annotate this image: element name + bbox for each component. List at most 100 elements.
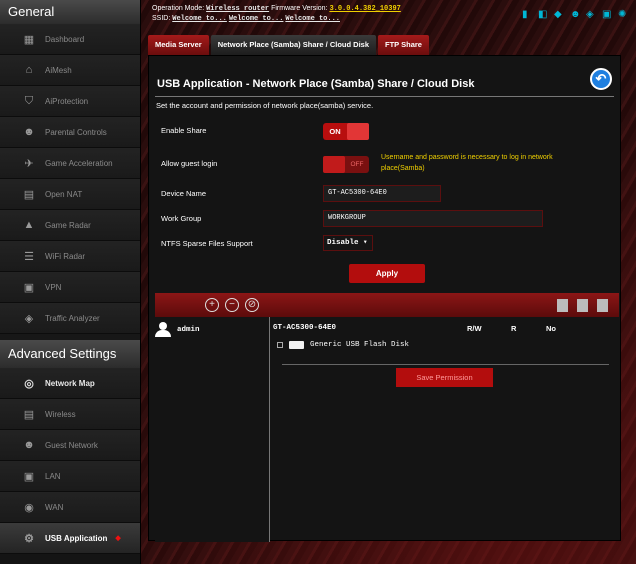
firmware-label: Firmware Version: <box>271 5 328 12</box>
delete-folder-icon[interactable] <box>577 299 588 312</box>
sidebar-item-parental-controls[interactable]: ☻ Parental Controls <box>0 117 140 148</box>
status-icons: ▮ ◧ ◆ ☻ ◈ ▣ ✺ <box>522 10 628 20</box>
enable-share-state: ON <box>329 127 341 136</box>
toggle-knob <box>347 123 369 140</box>
enable-share-label: Enable Share <box>161 126 207 135</box>
sidebar-item-label: Wireless <box>45 409 76 419</box>
guest-login-label: Allow guest login <box>161 159 218 168</box>
work-group-label: Work Group <box>161 214 202 223</box>
disk-icon <box>289 341 304 349</box>
guest-login-toggle[interactable]: OFF <box>323 156 369 173</box>
usb-status-icon[interactable]: ◈ <box>586 10 596 20</box>
internet-icon[interactable]: ◆ <box>554 10 564 20</box>
nat-icon: ▤ <box>23 188 35 201</box>
sidebar-item-vpn[interactable]: ▣ VPN <box>0 272 140 303</box>
client-icon[interactable]: ☻ <box>570 10 581 20</box>
ssid-link-2[interactable]: Welcome to... <box>229 15 284 23</box>
sidebar-item-label: AiProtection <box>45 96 89 106</box>
sidebar-item-wireless[interactable]: ▤ Wireless <box>0 399 140 430</box>
vpn-icon: ▣ <box>23 281 35 294</box>
lock-icon[interactable]: ▣ <box>602 10 612 20</box>
sidebar-item-wifi-radar[interactable]: ☰ WiFi Radar <box>0 241 140 272</box>
sidebar-item-label: Guest Network <box>45 440 98 450</box>
sidebar-advanced-title: Advanced Settings <box>0 340 140 368</box>
sidebar-item-label: Game Radar <box>45 220 91 230</box>
expand-checkbox[interactable] <box>277 342 283 348</box>
wireless-icon: ▤ <box>23 408 35 421</box>
sidebar-item-label: Dashboard <box>45 34 85 44</box>
mesh-icon: ⌂ <box>25 64 33 76</box>
ssid-link-3[interactable]: Welcome to... <box>285 15 340 23</box>
ntfs-sparse-select[interactable]: Disable ▾ <box>323 235 373 251</box>
lan-icon: ▣ <box>23 470 35 483</box>
sidebar-item-usb-application[interactable]: ⚙ USB Application ◆ <box>0 523 140 554</box>
sidebar-item-label: WAN <box>45 502 64 512</box>
col-read-write: R/W <box>467 324 482 333</box>
sidebar-item-label: LAN <box>45 471 61 481</box>
sidebar-item-label: Traffic Analyzer <box>45 313 100 323</box>
sidebar-item-label: Game Acceleration <box>45 158 113 168</box>
network-map-icon: ◎ <box>24 377 34 390</box>
ssid-link-1[interactable]: Welcome to... <box>172 15 227 23</box>
add-folder-icon[interactable] <box>557 299 568 312</box>
edit-folder-icon[interactable] <box>597 299 608 312</box>
save-permission-button[interactable]: Save Permission <box>396 368 493 387</box>
sidebar-item-label: AiMesh <box>45 65 72 75</box>
ntfs-sparse-label: NTFS Sparse Files Support <box>161 239 253 248</box>
account-item-admin[interactable]: admin <box>155 322 200 337</box>
globe-icon: ◉ <box>24 501 34 514</box>
signal-icon[interactable]: ▮ <box>522 10 532 20</box>
work-group-field[interactable]: WORKGROUP <box>323 210 543 227</box>
dashboard-icon: ▦ <box>23 33 35 46</box>
op-mode-label: Operation Mode: <box>152 5 205 12</box>
apply-button[interactable]: Apply <box>349 264 425 283</box>
page-title: USB Application - Network Place (Samba) … <box>157 78 475 90</box>
sidebar-item-wan[interactable]: ◉ WAN <box>0 492 140 523</box>
sidebar-item-guest-network[interactable]: ☻ Guest Network <box>0 430 140 461</box>
account-name: admin <box>177 325 200 334</box>
sidebar-item-network-map[interactable]: ◎ Network Map <box>0 368 140 399</box>
sidebar-item-aimesh[interactable]: ⌂ AiMesh <box>0 55 140 86</box>
device-header: GT-AC5300-64E0 <box>273 324 337 332</box>
add-icon[interactable]: + <box>205 298 219 312</box>
usb-icon: ⚙ <box>24 532 34 545</box>
radar-icon: ▲ <box>23 219 35 231</box>
sidebar-item-game-radar[interactable]: ▲ Game Radar <box>0 210 140 241</box>
network-status-icon[interactable]: ◧ <box>538 10 548 20</box>
sidebar-item-lan[interactable]: ▣ LAN <box>0 461 140 492</box>
active-indicator-icon: ◆ <box>115 535 121 542</box>
tab-samba-share[interactable]: Network Place (Samba) Share / Cloud Disk <box>210 35 376 55</box>
page-description: Set the account and permission of networ… <box>156 101 374 110</box>
ssid-label: SSID: <box>152 15 171 22</box>
wifi-radar-icon: ☰ <box>24 250 34 263</box>
firmware-link[interactable]: 3.0.0.4.382_10397 <box>329 5 400 13</box>
op-mode-link[interactable]: Wireless router <box>206 5 269 13</box>
family-icon: ☻ <box>23 126 35 138</box>
back-button[interactable]: ↶ <box>590 68 612 90</box>
device-name-label: Device Name <box>161 189 207 198</box>
tab-media-server[interactable]: Media Server <box>148 35 209 55</box>
toggle-knob <box>323 156 345 173</box>
sidebar-item-label: Open NAT <box>45 189 83 199</box>
header: Operation Mode: Wireless router Firmware… <box>148 0 636 34</box>
sidebar-item-open-nat[interactable]: ▤ Open NAT <box>0 179 140 210</box>
device-name-field[interactable]: GT-AC5300-64E0 <box>323 185 441 202</box>
edit-icon[interactable]: ⊘ <box>245 298 259 312</box>
sidebar-item-label: WiFi Radar <box>45 251 86 261</box>
settings-icon[interactable]: ✺ <box>618 10 628 20</box>
shield-lock-icon: ⛉ <box>24 94 34 107</box>
sidebar-item-label: Network Map <box>45 378 95 388</box>
disk-row[interactable]: Generic USB Flash Disk <box>277 341 409 349</box>
col-read: R <box>511 324 517 333</box>
sidebar-item-game-acceleration[interactable]: ✈ Game Acceleration <box>0 148 140 179</box>
account-list <box>155 317 270 542</box>
tab-ftp-share[interactable]: FTP Share <box>378 35 429 55</box>
tab-bar: Media Server Network Place (Samba) Share… <box>148 35 429 55</box>
sidebar-item-traffic-analyzer[interactable]: ◈ Traffic Analyzer <box>0 303 140 334</box>
remove-icon[interactable]: − <box>225 298 239 312</box>
enable-share-toggle[interactable]: ON <box>323 123 369 140</box>
sidebar-item-aiprotection[interactable]: ⛉ AiProtection <box>0 86 140 117</box>
back-arrow-icon: ↶ <box>595 71 607 86</box>
sidebar-item-dashboard[interactable]: ▦ Dashboard <box>0 24 140 55</box>
divider <box>155 96 614 97</box>
